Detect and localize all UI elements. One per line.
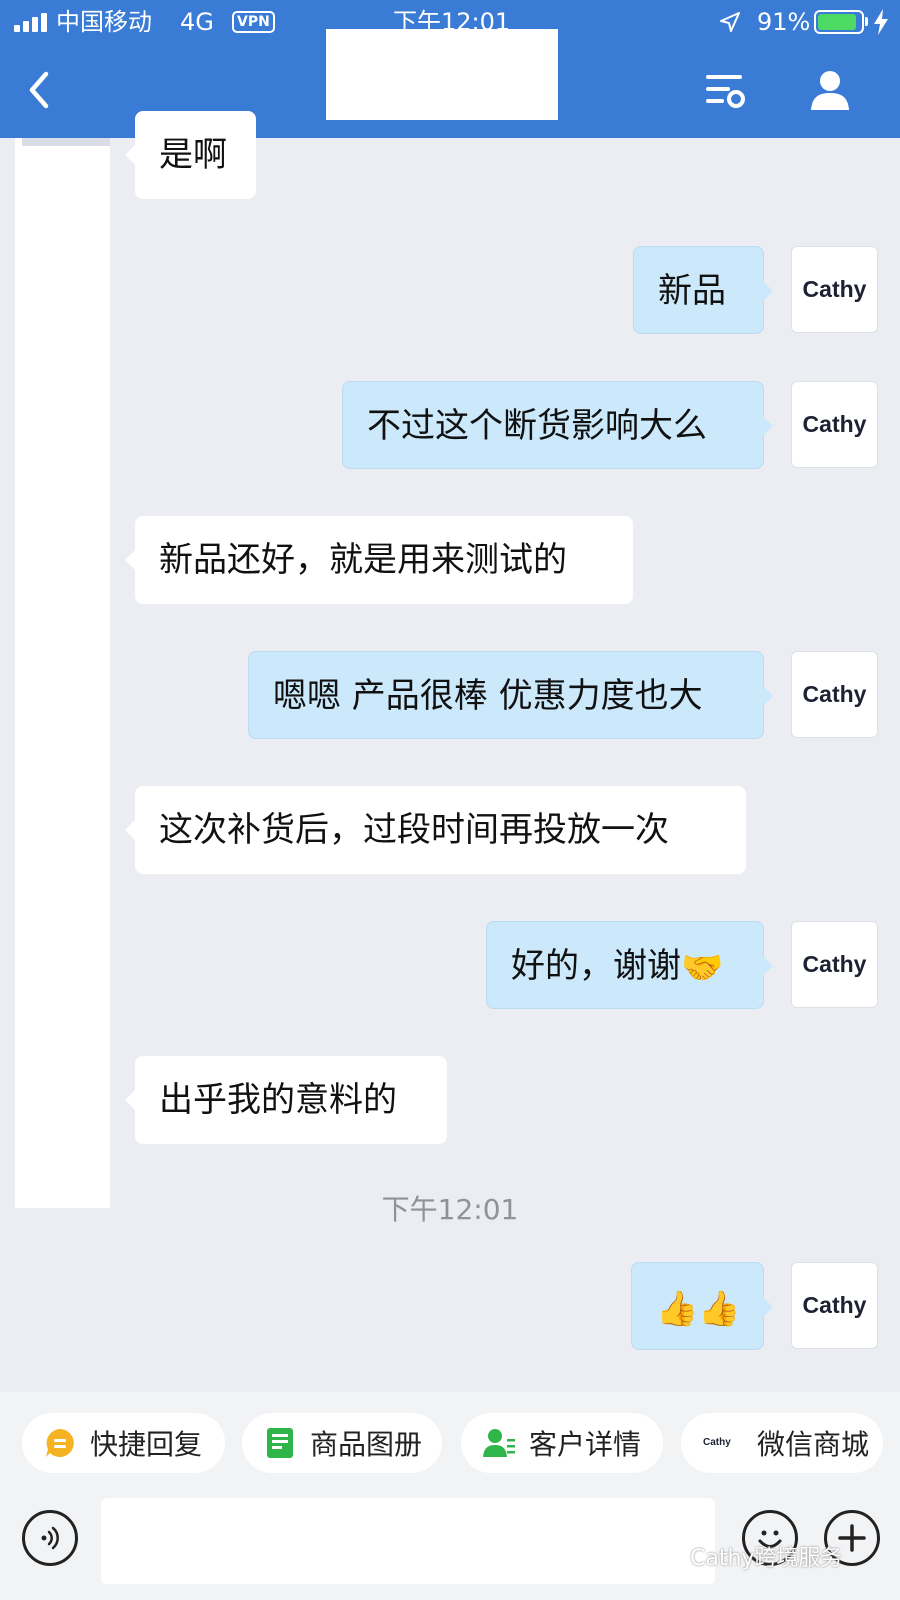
message-text: 新品 [658, 271, 726, 311]
message-text: 这次补货后，过段时间再投放一次 [159, 810, 669, 850]
quick-reply-icon [44, 1427, 76, 1459]
voice-button[interactable] [22, 1510, 78, 1566]
cathy-avatar[interactable]: Cathy [791, 921, 878, 1008]
message-bubble-outgoing[interactable]: 好的，谢谢🤝 [486, 921, 773, 1009]
cathy-avatar[interactable]: Cathy [791, 651, 878, 738]
product-album-button[interactable]: 商品图册 [242, 1413, 442, 1473]
message-bubble-incoming[interactable]: 出乎我的意料的 [125, 1056, 447, 1144]
message-bubble-outgoing[interactable]: 不过这个断货影响大么 [342, 381, 773, 469]
customer-detail-label: 客户详情 [529, 1428, 642, 1461]
customer-detail-icon [483, 1427, 515, 1459]
message-input[interactable] [101, 1498, 715, 1584]
wechat-mall-button[interactable]: Cathy 微信商城 [681, 1413, 883, 1473]
handshake-emoji: 🤝 [681, 947, 724, 988]
back-chevron-icon[interactable] [24, 70, 54, 110]
message-text: 是啊 [159, 135, 227, 175]
message-bubble-incoming[interactable]: 新品还好，就是用来测试的 [125, 516, 633, 604]
list-settings-icon[interactable] [704, 70, 746, 112]
message-bubble-incoming[interactable]: 这次补货后，过段时间再投放一次 [125, 786, 746, 874]
cathy-avatar[interactable]: Cathy [791, 381, 878, 468]
battery-percent: 91% [757, 8, 811, 36]
watermark: Cathy跨境服务 [690, 1546, 843, 1571]
message-text: 新品还好，就是用来测试的 [159, 540, 567, 580]
message-text: 不过这个断货影响大么 [367, 406, 707, 446]
cathy-avatar[interactable]: Cathy [791, 246, 878, 333]
battery-icon [814, 10, 864, 34]
message-text: 好的，谢谢 [511, 946, 681, 986]
message-text: 嗯嗯 产品很棒 优惠力度也大 [273, 676, 703, 716]
charging-bolt-icon [874, 9, 888, 35]
redacted-avatar-column [15, 138, 110, 1208]
carrier-name: 中国移动 [56, 8, 152, 36]
signal-icon [14, 12, 50, 32]
redacted-title [326, 29, 558, 120]
person-icon[interactable] [808, 68, 852, 112]
message-bubble-outgoing[interactable]: 嗯嗯 产品很棒 优惠力度也大 [248, 651, 773, 739]
message-bubble-outgoing[interactable]: 新品 [633, 246, 773, 334]
voice-icon [41, 1526, 59, 1550]
product-album-icon [264, 1427, 296, 1459]
network-type: 4G [180, 8, 214, 36]
wechat-mall-label: 微信商城 [757, 1428, 870, 1461]
message-bubble-outgoing[interactable]: 👍👍 [631, 1262, 773, 1350]
product-album-label: 商品图册 [310, 1428, 423, 1461]
cathy-avatar[interactable]: Cathy [791, 1262, 878, 1349]
quick-action-bar: 快捷回复 商品图册 客户详情 Cathy 微信商城 [0, 1392, 900, 1486]
message-text: 出乎我的意料的 [159, 1080, 397, 1120]
cathy-logo-icon: Cathy [703, 1437, 731, 1448]
quick-reply-button[interactable]: 快捷回复 [22, 1413, 225, 1473]
quick-reply-label: 快捷回复 [90, 1428, 203, 1461]
message-timestamp: 下午12:01 [381, 1193, 519, 1226]
thumbs-up-emoji: 👍👍 [656, 1288, 741, 1329]
contact-avatar-edge [22, 138, 110, 146]
vpn-badge: VPN [232, 11, 275, 33]
customer-detail-button[interactable]: 客户详情 [461, 1413, 663, 1473]
battery-cap [865, 17, 868, 26]
location-arrow-icon [720, 12, 740, 32]
message-bubble-incoming[interactable]: 是啊 [125, 111, 256, 199]
battery-fill [818, 14, 856, 30]
